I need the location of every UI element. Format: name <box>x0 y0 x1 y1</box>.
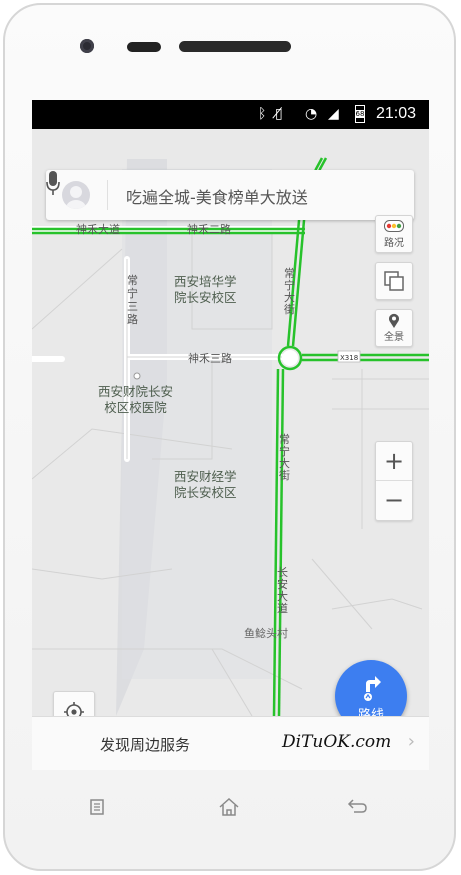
road-label-x318: X318 <box>340 354 359 362</box>
location-pin-icon <box>389 313 399 328</box>
zoom-control: + − <box>375 441 413 521</box>
vibrate-icon: ▯̸ <box>275 106 283 122</box>
status-bar: ᛒ ▯̸ ◔ ◢ 68 21:03 <box>32 100 429 129</box>
traffic-light-icon <box>384 220 404 232</box>
panorama-label: 全景 <box>384 332 404 343</box>
battery-level: 68 <box>355 110 365 118</box>
place-label-village[interactable]: 鱼鲶头村 <box>244 626 288 642</box>
status-clock: 21:03 <box>375 105 416 122</box>
road-label-changning-avenue-north: 常宁大街 <box>284 267 295 316</box>
zoom-in-button[interactable]: + <box>376 442 412 480</box>
front-camera <box>80 39 94 53</box>
search-input[interactable]: 吃遍全城-美食榜单大放送 <box>126 184 308 208</box>
place-label-caijing-campus[interactable]: 西安财经学 院长安校区 <box>174 469 237 501</box>
wifi-icon: ◔ <box>305 106 318 122</box>
road-label-changning-3rd-road: 常宁三路 <box>127 274 138 326</box>
nearby-services-label: 发现周边服务 <box>100 736 191 754</box>
battery-icon: 68 <box>355 105 365 123</box>
road-label-changan-avenue: 长安大道 <box>277 566 288 615</box>
earpiece-speaker <box>179 41 291 52</box>
menu-key-icon[interactable] <box>88 798 106 816</box>
phone-screen: ᛒ ▯̸ ◔ ◢ 68 21:03 神禾大道 神禾二路 神禾三路 X318 常 … <box>32 100 429 770</box>
zoom-out-button[interactable]: − <box>376 480 412 519</box>
proximity-sensor <box>127 42 161 52</box>
bluetooth-icon: ᛒ <box>258 106 267 122</box>
home-key-icon[interactable] <box>218 798 240 816</box>
place-label-peihua-campus[interactable]: 西安培华学 院长安校区 <box>174 274 237 306</box>
layers-button[interactable] <box>375 262 413 300</box>
directions-icon <box>364 676 381 701</box>
map-canvas[interactable]: 神禾大道 神禾二路 神禾三路 X318 常宁三路 常宁大街 常宁大街 长安大道 … <box>32 129 429 733</box>
avatar[interactable] <box>62 181 90 209</box>
road-label-shenhe-3rd-road: 神禾三路 <box>188 352 232 365</box>
search-divider <box>107 180 108 210</box>
layers-icon <box>384 271 404 291</box>
back-key-icon[interactable] <box>346 798 368 816</box>
nearby-services-bar[interactable]: 发现周边服务 DiTuOK.com › <box>32 716 429 770</box>
search-bar[interactable]: 吃遍全城-美食榜单大放送 <box>46 170 414 220</box>
panorama-button[interactable]: 全景 <box>375 309 413 347</box>
traffic-label: 路况 <box>384 238 404 249</box>
road-label-changning-avenue-south: 常宁大街 <box>279 433 290 482</box>
microphone-icon[interactable] <box>46 170 60 196</box>
chevron-right-icon: › <box>407 731 415 752</box>
road-label-shenhe-2nd-road: 神禾二路 <box>187 223 231 236</box>
traffic-button[interactable]: 路况 <box>375 215 413 253</box>
place-label-campus-hospital[interactable]: 西安财院长安 校区校医院 <box>98 384 173 416</box>
signal-icon: ◢ <box>328 106 339 122</box>
watermark: DiTuOK.com <box>282 732 392 752</box>
road-label-shenhe-avenue: 神禾大道 <box>76 223 120 236</box>
